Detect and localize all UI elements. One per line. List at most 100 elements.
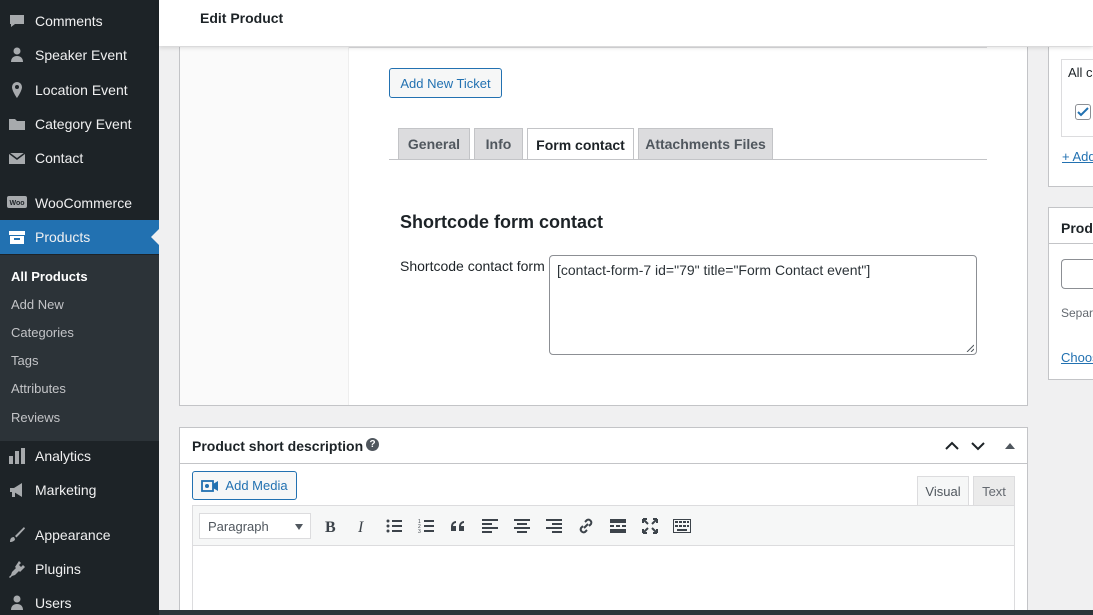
separator-text: Separ xyxy=(1061,306,1093,320)
add-category-link[interactable]: + Add xyxy=(1062,149,1093,164)
sidebar-item-label: Appearance xyxy=(35,527,111,543)
svg-text:Woo: Woo xyxy=(9,200,24,207)
sidebar-item-products[interactable]: Products xyxy=(0,220,159,254)
sidebar-item-comments[interactable]: Comments xyxy=(0,4,159,38)
svg-text:B: B xyxy=(325,519,336,534)
bottom-edge xyxy=(159,610,1093,615)
sidebar-item-label: Location Event xyxy=(35,82,128,98)
box-divider xyxy=(1049,243,1093,244)
sidebar-item-label: Marketing xyxy=(35,482,97,498)
collapse-toggle-icon[interactable] xyxy=(1001,437,1019,455)
all-categories-tab[interactable]: All ca xyxy=(1068,65,1093,80)
submenu-add-new[interactable]: Add New xyxy=(11,297,64,312)
format-select[interactable]: Paragraph xyxy=(199,513,311,539)
blockquote-icon[interactable] xyxy=(447,515,469,537)
add-new-ticket-button[interactable]: Add New Ticket xyxy=(389,68,502,98)
tab-text[interactable]: Text xyxy=(973,476,1015,505)
short-description-header: Product short description ? xyxy=(180,428,1027,464)
align-right-icon[interactable] xyxy=(543,515,565,537)
shortcode-field-label: Shortcode contact form xyxy=(400,258,545,274)
category-checkbox[interactable] xyxy=(1075,104,1091,120)
svg-text:I: I xyxy=(357,519,364,534)
sidebar-item-label: Category Event xyxy=(35,116,132,132)
tab-general[interactable]: General xyxy=(398,128,470,159)
tabs-underline xyxy=(389,159,987,160)
sidebar-item-category-event[interactable]: Category Event xyxy=(0,107,159,141)
short-description-title: Product short description xyxy=(192,438,364,454)
tab-info[interactable]: Info xyxy=(474,128,523,159)
panel-divider xyxy=(349,47,987,48)
align-center-icon[interactable] xyxy=(511,515,533,537)
bold-icon[interactable]: B xyxy=(319,515,341,537)
sidebar-item-label: Contact xyxy=(35,150,84,166)
sidebar-item-label: WooCommerce xyxy=(35,195,132,211)
help-icon[interactable]: ? xyxy=(366,438,379,451)
sidebar-item-analytics[interactable]: Analytics xyxy=(0,439,159,473)
woocommerce-icon: Woo xyxy=(7,193,27,213)
italic-icon[interactable]: I xyxy=(351,515,373,537)
location-pin-icon xyxy=(7,80,27,100)
tab-visual[interactable]: Visual xyxy=(917,476,969,506)
sidebar-item-marketing[interactable]: Marketing xyxy=(0,473,159,507)
tab-form-contact[interactable]: Form contact xyxy=(527,128,634,160)
chevron-down-icon xyxy=(295,524,303,530)
svg-text:3: 3 xyxy=(418,529,421,533)
sidebar-item-users[interactable]: Users xyxy=(0,586,159,615)
bar-chart-icon xyxy=(7,446,27,466)
sidebar-item-plugins[interactable]: Plugins xyxy=(0,552,159,586)
product-box-input[interactable] xyxy=(1061,259,1093,289)
sidebar-item-label: Products xyxy=(35,229,91,245)
choose-link[interactable]: Choos xyxy=(1061,350,1093,365)
product-data-tabs-column xyxy=(180,47,349,405)
sidebar-item-woocommerce[interactable]: Woo WooCommerce xyxy=(0,186,159,220)
add-media-button[interactable]: Add Media xyxy=(192,471,297,500)
move-down-icon[interactable] xyxy=(969,437,987,455)
sidebar-item-label: Analytics xyxy=(35,448,92,464)
submenu-attributes[interactable]: Attributes xyxy=(11,381,66,396)
categories-box: All ca + Add xyxy=(1048,47,1093,187)
editor-toolbar: Paragraph B I 123 xyxy=(192,505,1015,546)
folder-icon xyxy=(7,114,27,134)
fullscreen-icon[interactable] xyxy=(639,515,661,537)
move-up-icon[interactable] xyxy=(943,437,961,455)
sidebar-item-label: Comments xyxy=(35,13,103,29)
comments-icon xyxy=(7,11,27,31)
media-icon xyxy=(201,479,219,492)
shortcode-textarea-value: [contact-form-7 id="79" title="Form Cont… xyxy=(557,262,871,278)
paintbrush-icon xyxy=(7,525,27,545)
page-title: Edit Product xyxy=(200,10,284,26)
format-select-value: Paragraph xyxy=(208,518,269,534)
sidebar-item-location-event[interactable]: Location Event xyxy=(0,73,159,107)
users-icon xyxy=(7,593,27,613)
bullet-list-icon[interactable] xyxy=(383,515,405,537)
resize-handle-icon[interactable] xyxy=(966,344,974,352)
envelope-icon xyxy=(7,148,27,168)
archive-box-icon xyxy=(7,227,27,247)
sidebar-item-label: Speaker Event xyxy=(35,47,127,63)
editor-content-area[interactable] xyxy=(192,546,1015,615)
link-icon[interactable] xyxy=(575,515,597,537)
sidebar-item-speaker-event[interactable]: Speaker Event xyxy=(0,38,159,72)
sidebar-item-label: Plugins xyxy=(35,561,81,577)
sidebar-item-appearance[interactable]: Appearance xyxy=(0,518,159,552)
user-icon xyxy=(7,45,27,65)
sidebar-item-contact[interactable]: Contact xyxy=(0,141,159,175)
megaphone-icon xyxy=(7,480,27,500)
toolbar-toggle-icon[interactable] xyxy=(671,515,693,537)
products-submenu: All Products Add New Categories Tags Att… xyxy=(0,255,159,441)
numbered-list-icon[interactable]: 123 xyxy=(415,515,437,537)
submenu-reviews[interactable]: Reviews xyxy=(11,410,60,425)
product-box-title: Produ xyxy=(1061,220,1093,236)
section-title: Shortcode form contact xyxy=(400,212,604,232)
align-left-icon[interactable] xyxy=(479,515,501,537)
sidebar-item-label: Users xyxy=(35,595,72,611)
submenu-categories[interactable]: Categories xyxy=(11,325,74,340)
submenu-all-products[interactable]: All Products xyxy=(11,269,88,284)
tab-attachments-files[interactable]: Attachments Files xyxy=(638,128,773,159)
plug-icon xyxy=(7,559,27,579)
submenu-tags[interactable]: Tags xyxy=(11,353,38,368)
read-more-icon[interactable] xyxy=(607,515,629,537)
checkmark-icon xyxy=(1077,107,1089,117)
shortcode-textarea[interactable]: [contact-form-7 id="79" title="Form Cont… xyxy=(549,255,977,355)
admin-sidebar: Comments Speaker Event Location Event Ca… xyxy=(0,0,159,615)
